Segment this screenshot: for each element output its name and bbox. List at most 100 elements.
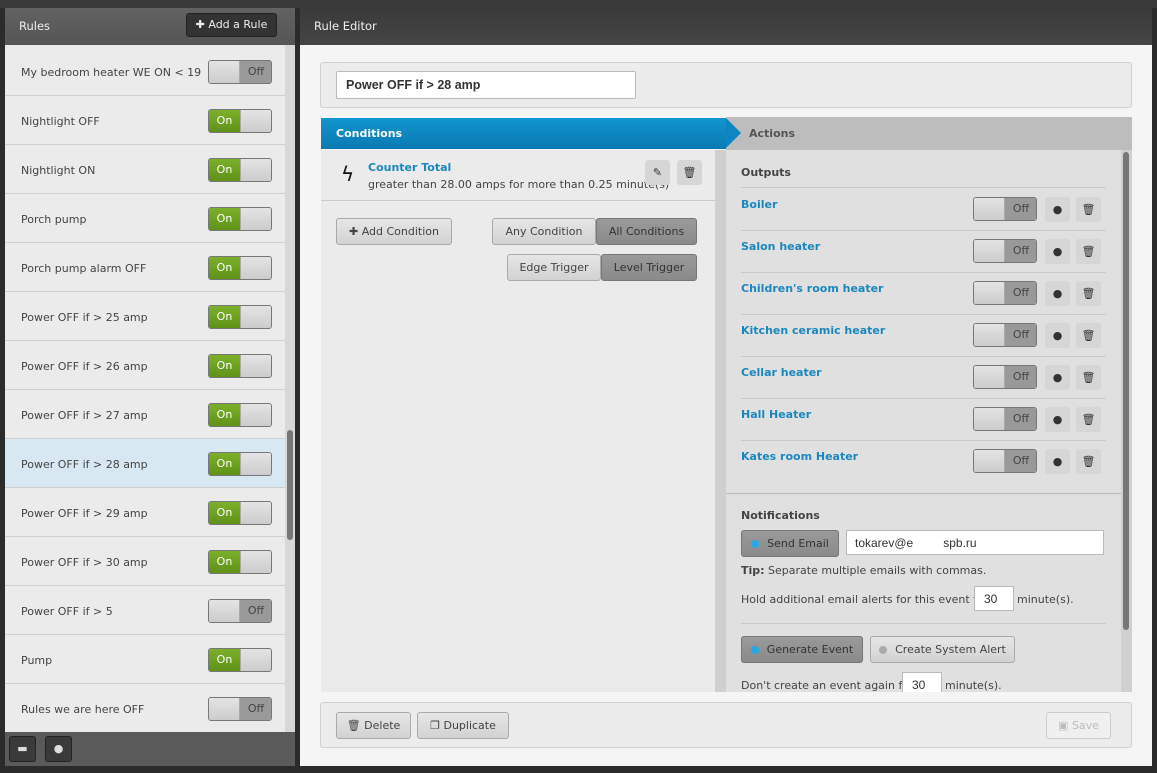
output-delete-button[interactable]: 🗑 [1076, 239, 1101, 264]
rule-label: Nightlight OFF [21, 115, 100, 128]
edge-trigger-button[interactable]: Edge Trigger [507, 254, 601, 281]
toggle-state: Off [1005, 282, 1036, 304]
level-trigger-button[interactable]: Level Trigger [601, 254, 697, 281]
event-minutes-input[interactable]: 30 [902, 672, 942, 692]
toggle-knob [240, 257, 271, 279]
toggle-switch[interactable]: Off [208, 60, 272, 84]
any-condition-button[interactable]: Any Condition [492, 218, 596, 245]
output-schedule-button[interactable]: ● [1045, 323, 1070, 348]
edit-condition-button[interactable]: ✎ [645, 160, 670, 185]
toggle-switch[interactable]: On [208, 452, 272, 476]
output-schedule-button[interactable]: ● [1045, 365, 1070, 390]
toggle-switch[interactable]: On [208, 256, 272, 280]
add-rule-button[interactable]: ✚ Add a Rule [186, 13, 277, 37]
toggle-switch[interactable]: On [208, 158, 272, 182]
generate-event-toggle[interactable]: Generate Event [741, 636, 863, 663]
rule-item[interactable]: Porch pump On [5, 194, 285, 243]
inactive-dot-icon [879, 646, 888, 654]
rule-item[interactable]: Power OFF if > 28 amp On [5, 439, 285, 488]
delete-condition-button[interactable]: 🗑 [677, 160, 702, 185]
toggle-knob [240, 306, 271, 328]
output-name[interactable]: Salon heater [741, 240, 820, 253]
tab-conditions[interactable]: Conditions [321, 118, 726, 149]
output-name[interactable]: Cellar heater [741, 366, 822, 379]
delete-button[interactable]: 🗑 Delete [336, 712, 411, 739]
toggle-switch[interactable]: Off [973, 365, 1037, 389]
send-email-toggle[interactable]: Send Email [741, 530, 839, 557]
tab-actions[interactable]: Actions [726, 117, 1132, 150]
hold-minutes-input[interactable]: 30 [974, 586, 1014, 611]
toggle-switch[interactable]: On [208, 501, 272, 525]
folder-button[interactable]: ▬ [9, 736, 36, 762]
output-delete-button[interactable]: 🗑 [1076, 449, 1101, 474]
rule-item[interactable]: Rules we are here OFF Off [5, 684, 285, 732]
rule-item[interactable]: Nightlight ON On [5, 145, 285, 194]
rule-label: My bedroom heater WE ON < 19 [21, 66, 202, 79]
rule-item[interactable]: Power OFF if > 5 Off [5, 586, 285, 635]
toggle-state: On [209, 502, 240, 524]
output-name[interactable]: Kitchen ceramic heater [741, 324, 885, 337]
pencil-icon: ✎ [652, 166, 663, 179]
duplicate-button[interactable]: ❐ Duplicate [417, 712, 509, 739]
toggle-switch[interactable]: On [208, 354, 272, 378]
rule-item[interactable]: Pump On [5, 635, 285, 684]
save-button[interactable]: ▣ Save [1046, 712, 1111, 739]
toggle-switch[interactable]: Off [973, 407, 1037, 431]
toggle-knob [240, 404, 271, 426]
output-name[interactable]: Children's room heater [741, 282, 883, 295]
rule-item[interactable]: My bedroom heater WE ON < 19 Off [5, 47, 285, 96]
output-delete-button[interactable]: 🗑 [1076, 197, 1101, 222]
add-condition-button[interactable]: ✚ Add Condition [336, 218, 452, 245]
toggle-switch[interactable]: Off [973, 449, 1037, 473]
toggle-knob [974, 282, 1005, 304]
toggle-switch[interactable]: On [208, 109, 272, 133]
rule-item[interactable]: Nightlight OFF On [5, 96, 285, 145]
hold-text: Hold additional email alerts for this ev… [741, 593, 989, 606]
actions-scroll-thumb[interactable] [1123, 152, 1129, 630]
rule-item[interactable]: Power OFF if > 25 amp On [5, 292, 285, 341]
toggle-switch[interactable]: On [208, 403, 272, 427]
toggle-state: On [209, 649, 240, 671]
output-schedule-button[interactable]: ● [1045, 449, 1070, 474]
output-schedule-button[interactable]: ● [1045, 197, 1070, 222]
output-delete-button[interactable]: 🗑 [1076, 323, 1101, 348]
rule-item[interactable]: Porch pump alarm OFF On [5, 243, 285, 292]
toggle-switch[interactable]: On [208, 550, 272, 574]
toggle-state: Off [1005, 450, 1036, 472]
rule-item[interactable]: Power OFF if > 26 amp On [5, 341, 285, 390]
output-schedule-button[interactable]: ● [1045, 281, 1070, 306]
toggle-switch[interactable]: On [208, 648, 272, 672]
toggle-switch[interactable]: On [208, 305, 272, 329]
output-schedule-button[interactable]: ● [1045, 239, 1070, 264]
rule-item[interactable]: Power OFF if > 27 amp On [5, 390, 285, 439]
toggle-switch[interactable]: On [208, 207, 272, 231]
toggle-knob [209, 698, 240, 720]
rule-item[interactable]: Power OFF if > 30 amp On [5, 537, 285, 586]
output-delete-button[interactable]: 🗑 [1076, 281, 1101, 306]
history-button[interactable]: ● [45, 736, 72, 762]
email-input[interactable]: tokarev@e spb.ru [846, 530, 1104, 555]
output-schedule-button[interactable]: ● [1045, 407, 1070, 432]
rule-item[interactable]: Power OFF if > 29 amp On [5, 488, 285, 537]
toggle-switch[interactable]: Off [973, 197, 1037, 221]
create-system-alert-toggle[interactable]: Create System Alert [870, 636, 1015, 663]
toggle-switch[interactable]: Off [973, 323, 1037, 347]
event-text: Don't create an event again for [741, 679, 914, 692]
output-name[interactable]: Boiler [741, 198, 777, 211]
toggle-switch[interactable]: Off [973, 281, 1037, 305]
toggle-switch[interactable]: Off [208, 599, 272, 623]
all-conditions-button[interactable]: All Conditions [596, 218, 697, 245]
rule-name-input[interactable]: Power OFF if > 28 amp [336, 71, 636, 99]
toggle-switch[interactable]: Off [208, 697, 272, 721]
rules-scroll-thumb[interactable] [287, 430, 293, 540]
toggle-state: Off [1005, 198, 1036, 220]
output-delete-button[interactable]: 🗑 [1076, 365, 1101, 390]
clock-icon: ● [1052, 329, 1063, 342]
rules-scrollbar[interactable] [285, 45, 295, 732]
output-name[interactable]: Kates room Heater [741, 450, 858, 463]
trash-icon: 🗑 [1081, 455, 1096, 468]
output-name[interactable]: Hall Heater [741, 408, 811, 421]
condition-name[interactable]: Counter Total [368, 161, 451, 174]
toggle-switch[interactable]: Off [973, 239, 1037, 263]
output-delete-button[interactable]: 🗑 [1076, 407, 1101, 432]
